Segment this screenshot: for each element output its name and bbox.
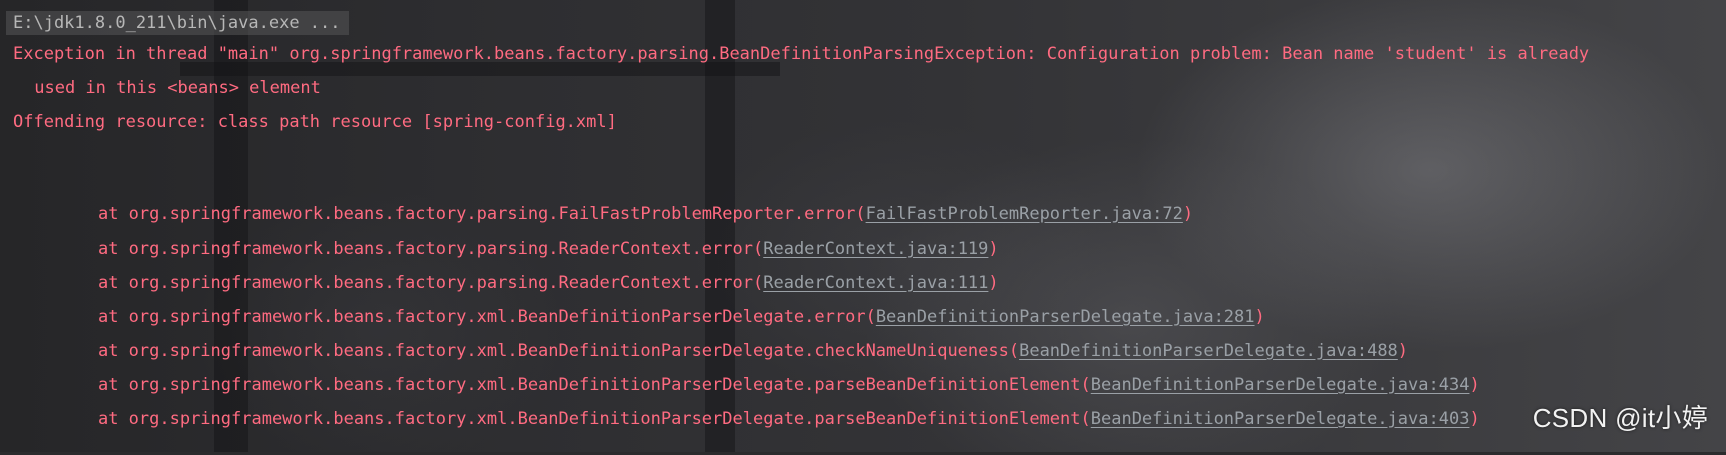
stack-frame: at org.springframework.beans.factory.xml… <box>57 383 1480 455</box>
stack-frame-method: at org.springframework.beans.factory.xml… <box>97 409 1091 429</box>
command-line: E:\jdk1.8.0_211\bin\java.exe ... <box>6 11 349 35</box>
exception-message-continuation: used in this <beans> element <box>24 78 321 98</box>
stack-frame-close-paren: ) <box>1182 204 1194 224</box>
stack-frame-close-paren: ) <box>1469 409 1480 429</box>
stack-frame-source-link[interactable]: BeanDefinitionParserDelegate.java:403 <box>1091 409 1470 429</box>
csdn-watermark: CSDN @it小婷 <box>1532 403 1708 433</box>
exception-message: Exception in thread "main" org.springfra… <box>13 44 1590 64</box>
offending-resource-line: Offending resource: class path resource … <box>13 112 617 132</box>
console-output: E:\jdk1.8.0_211\bin\java.exe ... Excepti… <box>0 0 1726 452</box>
